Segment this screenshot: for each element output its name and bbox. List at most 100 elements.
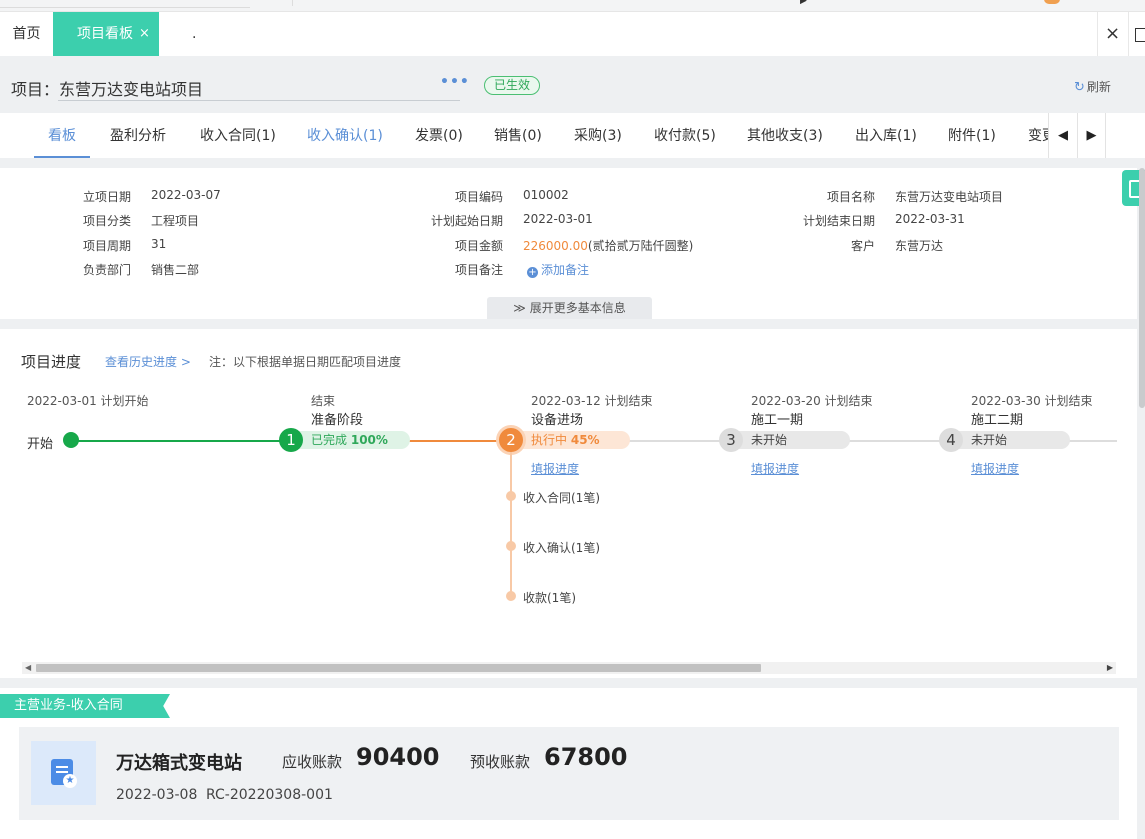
stage-date: 2022-03-20 计划结束 [751,394,873,408]
stage-status-pill: 未开始 [731,431,850,449]
timeline-segment [1065,440,1117,442]
nav-tab-change[interactable]: 变更 [1028,113,1048,158]
scroll-left-icon[interactable]: ◀ [25,662,31,674]
add-note-button[interactable]: + 添加备注 [527,261,589,278]
horizontal-scrollbar[interactable]: ◀ ▶ [22,662,1116,674]
info-value: 2022-03-31 [895,212,965,226]
sub-item-dot [506,541,516,551]
nav-tab-other[interactable]: 其他收支(3) [747,113,823,158]
fullscreen-icon[interactable] [1128,12,1145,56]
cursor-icon: ▶ [800,0,807,6]
nav-tab-profit[interactable]: 盈利分析 [110,113,166,158]
scroll-right-icon[interactable]: ▶ [1107,662,1113,674]
nav-tab-sales[interactable]: 销售(0) [494,113,542,158]
tab-project-board-label: 项目看板 [77,26,133,42]
contract-code: RC-20220308-001 [206,787,333,803]
nav-tab-inventory[interactable]: 出入库(1) [855,113,917,158]
info-value: 东营万达变电站项目 [895,190,1004,204]
project-name: 东营万达变电站项目 [59,80,204,99]
info-label: 项目金额 [454,239,503,253]
nav-prev-icon[interactable]: ◀ [1048,113,1077,158]
business-section: 主营业务-收入合同 ★ 万达箱式变电站 应收账款 90400 预收账款 6780… [0,688,1137,839]
info-label: 负责部门 [82,263,131,277]
stage-date: 结束 [311,394,336,408]
more-icon[interactable]: ••• [440,74,470,90]
nav-tab-confirm[interactable]: 收入确认(1) [307,113,383,158]
stage-status: 未开始 [971,433,1008,447]
nav-tab-contract[interactable]: 收入合同(1) [200,113,276,158]
sub-item-dot [506,591,516,601]
nav-tabs: 看板 盈利分析 收入合同(1) 收入确认(1) 发票(0) 销售(0) 采购(3… [0,113,1145,158]
info-value: 东营万达 [895,239,944,253]
fill-progress-link[interactable]: 填报进度 [751,460,799,477]
star-icon: ★ [63,774,77,788]
sub-item-line [510,452,512,596]
stage-name: 准备阶段 [311,413,364,428]
info-label: 计划起始日期 [430,214,503,228]
project-label: 项目： [11,80,60,99]
info-value: 2022-03-07 [151,188,221,202]
tab-bar: 首页 项目看板 × . × [0,12,1145,56]
expand-info-label: 展开更多基本信息 [529,301,626,315]
stage-node: 3 [719,428,743,452]
stage-status-pill: 未开始 [951,431,1070,449]
refresh-label: 刷新 [1086,80,1111,94]
sub-item[interactable]: 收入合同(1笔) [523,489,600,506]
stage-name: 施工二期 [971,413,1024,428]
info-label: 计划结束日期 [802,214,875,228]
nav-tab-purchase[interactable]: 采购(3) [574,113,622,158]
prepaid-value: 67800 [544,743,628,771]
progress-panel: 项目进度 查看历史进度 > 注：以下根据单据日期匹配项目进度 2022-03-0… [0,329,1137,678]
nav-next-icon[interactable]: ▶ [1077,113,1106,158]
progress-title: 项目进度 [21,353,82,371]
close-all-tabs-icon[interactable]: × [1097,12,1127,56]
info-label: 项目分类 [82,214,131,228]
nav-tab-invoice[interactable]: 发票(0) [415,113,463,158]
nav-tab-board[interactable]: 看板 [34,113,90,158]
timeline-segment-done [71,440,291,442]
top-strip: ▶ [0,0,1145,12]
stage-date: 2022-03-30 计划结束 [971,394,1093,408]
tab-home[interactable]: 首页 [0,12,53,56]
stage-name: 施工一期 [751,413,804,428]
project-header: 项目： 东营万达变电站项目 ••• 已生效 ↻ 刷新 [0,56,1145,113]
timeline-segment-active [405,440,511,442]
tab-project-board[interactable]: 项目看板 × [53,12,159,56]
stage-status-pill: 执行中 45% [511,431,630,449]
contract-date: 2022-03-08 [116,787,198,803]
amount-value: 226000.00 [523,239,588,253]
fill-progress-link[interactable]: 填报进度 [971,460,1019,477]
contract-name: 万达箱式变电站 [116,753,242,774]
user-avatar-icon[interactable] [1044,0,1060,4]
vertical-scrollbar[interactable] [1139,168,1145,408]
prepaid-label: 预收账款 [470,753,531,771]
contract-icon: ★ [31,741,96,805]
nav-tab-payments[interactable]: 收付款(5) [654,113,716,158]
nav-tab-attachment[interactable]: 附件(1) [948,113,996,158]
receivable-label: 应收账款 [282,753,343,771]
info-label: 立项日期 [82,190,131,204]
top-separator [292,0,293,6]
chevron-down-icon: ≫ [513,301,530,315]
refresh-button[interactable]: ↻ 刷新 [1074,78,1111,95]
history-progress-link[interactable]: 查看历史进度 > [105,353,191,370]
sub-item[interactable]: 收款(1笔) [523,589,576,606]
contract-card[interactable]: ★ 万达箱式变电站 应收账款 90400 预收账款 67800 2022-03-… [19,727,1119,820]
stage-name: 设备进场 [531,413,584,428]
stage-percent: 100% [350,433,388,447]
sub-item[interactable]: 收入确认(1笔) [523,539,600,556]
tab-close-icon[interactable]: × [139,12,150,56]
stage-status: 未开始 [751,433,788,447]
tab-extra: . [192,26,197,42]
business-ribbon: 主营业务-收入合同 [0,694,170,718]
start-date: 2022-03-01 计划开始 [27,394,149,408]
refresh-icon: ↻ [1074,80,1085,95]
info-label: 客户 [850,239,875,253]
expand-info-button[interactable]: ≫ 展开更多基本信息 [487,297,652,319]
project-amount: 226000.00(贰拾贰万陆仟圆整) [523,237,693,254]
receivable-value: 90400 [356,743,440,771]
stage-date: 2022-03-12 计划结束 [531,394,653,408]
progress-note: 注：以下根据单据日期匹配项目进度 [209,355,402,369]
scrollbar-thumb[interactable] [36,664,761,672]
fill-progress-link[interactable]: 填报进度 [531,460,579,477]
